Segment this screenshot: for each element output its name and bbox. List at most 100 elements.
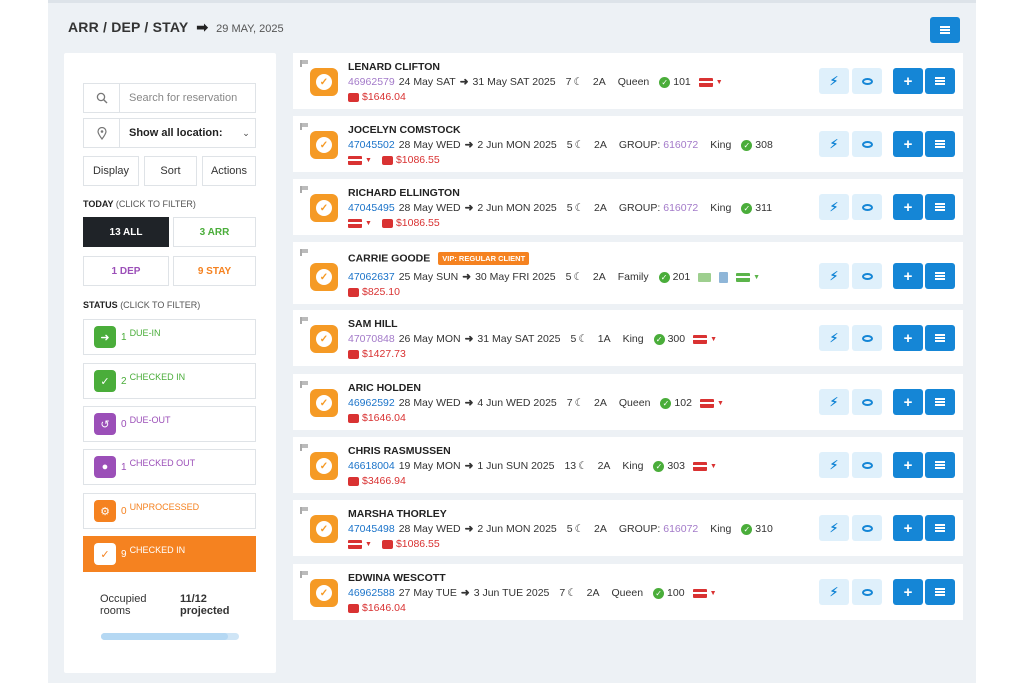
actions-button[interactable]: Actions	[202, 156, 256, 186]
flag-icon[interactable]	[300, 381, 308, 388]
credit-card-icon[interactable]	[348, 539, 362, 549]
row-menu-button[interactable]	[925, 194, 955, 220]
document-icon[interactable]	[719, 271, 729, 283]
add-button[interactable]: +	[893, 131, 923, 157]
reservation-row[interactable]: ✓ SAM HILL 47070848 26 May MON ➜ 31 May …	[293, 310, 963, 366]
reservation-row[interactable]: ✓ CHRIS RASMUSSEN 46618004 19 May MON ➜ …	[293, 437, 963, 493]
quick-action-button[interactable]: ⚡︎	[819, 389, 849, 415]
view-button[interactable]	[852, 263, 882, 289]
group-number[interactable]: 616072	[663, 202, 698, 214]
view-button[interactable]	[852, 389, 882, 415]
row-menu-button[interactable]	[925, 579, 955, 605]
credit-card-icon[interactable]	[692, 461, 707, 471]
sort-button[interactable]: Sort	[144, 156, 197, 186]
reservation-number[interactable]: 46962588	[348, 587, 395, 599]
credit-card-icon[interactable]	[693, 334, 708, 344]
guest-name[interactable]: EDWINA WESCOTT	[348, 572, 446, 584]
guest-name[interactable]: CHRIS RASMUSSEN	[348, 445, 451, 457]
status-unprocessed[interactable]: ⚙ 0 UNPROCESSED	[83, 493, 256, 529]
quick-action-button[interactable]: ⚡︎	[819, 68, 849, 94]
group-number[interactable]: 616072	[663, 523, 698, 535]
row-menu-button[interactable]	[925, 452, 955, 478]
quick-action-button[interactable]: ⚡︎	[819, 452, 849, 478]
row-menu-button[interactable]	[925, 131, 955, 157]
add-button[interactable]: +	[893, 389, 923, 415]
flag-icon[interactable]	[300, 249, 308, 256]
room-number[interactable]: 308	[755, 139, 773, 151]
reservation-row[interactable]: ✓ MARSHA THORLEY 47045498 28 May WED ➜ 2…	[293, 500, 963, 556]
guest-name[interactable]: LENARD CLIFTON	[348, 61, 440, 73]
view-button[interactable]	[852, 579, 882, 605]
reservation-number[interactable]: 47062637	[348, 271, 395, 283]
add-button[interactable]: +	[893, 515, 923, 541]
room-number[interactable]: 100	[667, 587, 685, 599]
room-number[interactable]: 311	[755, 202, 772, 214]
reservation-row[interactable]: ✓ LENARD CLIFTON 46962579 24 May SAT ➜ 3…	[293, 53, 963, 109]
room-number[interactable]: 303	[667, 460, 685, 472]
add-button[interactable]: +	[893, 263, 923, 289]
add-button[interactable]: +	[893, 325, 923, 351]
room-number[interactable]: 101	[673, 76, 691, 88]
reservation-row[interactable]: ✓ ARIC HOLDEN 46962592 28 May WED ➜ 4 Ju…	[293, 374, 963, 430]
quick-action-button[interactable]: ⚡︎	[819, 325, 849, 351]
reservation-number[interactable]: 46962592	[348, 397, 395, 409]
guest-name[interactable]: CARRIE GOODE	[348, 252, 430, 264]
room-number[interactable]: 300	[668, 333, 686, 345]
row-menu-button[interactable]	[925, 263, 955, 289]
add-button[interactable]: +	[893, 579, 923, 605]
add-button[interactable]: +	[893, 68, 923, 94]
row-menu-button[interactable]	[925, 68, 955, 94]
guest-name[interactable]: ARIC HOLDEN	[348, 382, 421, 394]
add-button[interactable]: +	[893, 194, 923, 220]
room-number[interactable]: 201	[673, 271, 691, 283]
reservation-number[interactable]: 47070848	[348, 333, 395, 345]
reservation-number[interactable]: 47045498	[348, 523, 395, 535]
guest-name[interactable]: JOCELYN COMSTOCK	[348, 124, 461, 136]
reservation-number[interactable]: 47045502	[348, 139, 395, 151]
view-button[interactable]	[852, 325, 882, 351]
filter-arr-button[interactable]: 3 ARR	[173, 217, 256, 247]
flag-icon[interactable]	[300, 317, 308, 324]
filter-dep-button[interactable]: 1 DEP	[83, 256, 169, 286]
guest-name[interactable]: MARSHA THORLEY	[348, 508, 447, 520]
view-button[interactable]	[852, 131, 882, 157]
credit-card-icon[interactable]	[348, 218, 362, 228]
display-button[interactable]: Display	[83, 156, 139, 186]
credit-card-icon[interactable]	[699, 398, 714, 408]
reservation-number[interactable]: 46618004	[348, 460, 395, 472]
reservation-row[interactable]: ✓ CARRIE GOODE VIP: REGULAR CLIENT 470626…	[293, 242, 963, 304]
room-number[interactable]: 102	[674, 397, 692, 409]
flag-icon[interactable]	[300, 186, 308, 193]
search-input[interactable]: Search for reservation	[120, 84, 255, 112]
view-button[interactable]	[852, 68, 882, 94]
cash-icon[interactable]	[698, 272, 712, 282]
quick-action-button[interactable]: ⚡︎	[819, 131, 849, 157]
view-button[interactable]	[852, 515, 882, 541]
credit-card-icon[interactable]	[698, 77, 713, 87]
row-menu-button[interactable]	[925, 389, 955, 415]
flag-icon[interactable]	[300, 60, 308, 67]
quick-action-button[interactable]: ⚡︎	[819, 579, 849, 605]
reservation-row[interactable]: ✓ EDWINA WESCOTT 46962588 27 May TUE ➜ 3…	[293, 564, 963, 620]
reservation-row[interactable]: ✓ RICHARD ELLINGTON 47045495 28 May WED …	[293, 179, 963, 235]
room-number[interactable]: 310	[755, 523, 773, 535]
flag-icon[interactable]	[300, 444, 308, 451]
filter-stay-button[interactable]: 9 STAY	[173, 256, 256, 286]
row-menu-button[interactable]	[925, 325, 955, 351]
flag-icon[interactable]	[300, 507, 308, 514]
reservation-number[interactable]: 47045495	[348, 202, 395, 214]
filter-all-button[interactable]: 13 ALL	[83, 217, 169, 247]
status-due-out[interactable]: ↺ 0 DUE-OUT	[83, 406, 256, 442]
location-select[interactable]: Show all location: ⌄	[83, 118, 256, 148]
credit-card-icon[interactable]	[348, 155, 362, 165]
quick-action-button[interactable]: ⚡︎	[819, 194, 849, 220]
flag-icon[interactable]	[300, 123, 308, 130]
status-checked-in-stay[interactable]: ✓ 9 CHECKED IN	[83, 536, 256, 572]
status-due-in[interactable]: ➜ 1 DUE-IN	[83, 319, 256, 355]
group-number[interactable]: 616072	[663, 139, 698, 151]
quick-action-button[interactable]: ⚡︎	[819, 515, 849, 541]
add-button[interactable]: +	[893, 452, 923, 478]
quick-action-button[interactable]: ⚡︎	[819, 263, 849, 289]
row-menu-button[interactable]	[925, 515, 955, 541]
status-checked-out[interactable]: ● 1 CHECKED OUT	[83, 449, 256, 485]
